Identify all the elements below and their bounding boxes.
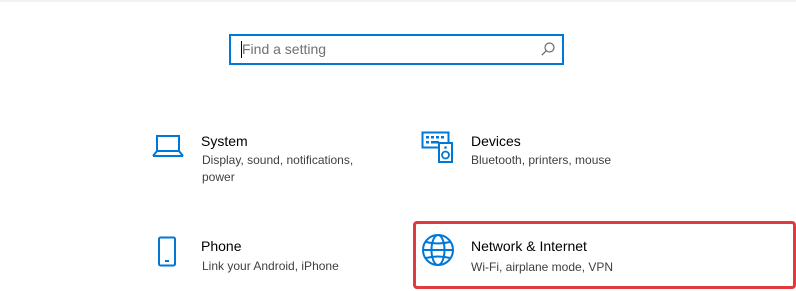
category-title: Phone bbox=[201, 238, 242, 254]
category-title: Devices bbox=[471, 133, 521, 149]
category-network-internet[interactable]: Network & Internet Wi-Fi, airplane mode,… bbox=[413, 221, 796, 289]
top-divider bbox=[0, 0, 796, 2]
category-description: Wi-Fi, airplane mode, VPN bbox=[471, 260, 614, 274]
search-input[interactable] bbox=[242, 36, 532, 63]
settings-home: System Display, sound, notifications, po… bbox=[0, 0, 796, 291]
phone-icon bbox=[158, 236, 176, 267]
category-description: Display, sound, notifications, power bbox=[202, 153, 354, 184]
globe-icon bbox=[422, 234, 454, 266]
keyboard-speaker-icon bbox=[421, 131, 453, 163]
laptop-icon bbox=[152, 135, 184, 157]
category-system[interactable]: System Display, sound, notifications, po… bbox=[148, 128, 398, 188]
search-box[interactable] bbox=[229, 34, 564, 65]
category-phone[interactable]: Phone Link your Android, iPhone bbox=[148, 232, 398, 282]
category-title: Network & Internet bbox=[471, 238, 587, 254]
category-title: System bbox=[201, 133, 248, 149]
search-icon[interactable] bbox=[540, 41, 556, 57]
category-devices[interactable]: Devices Bluetooth, printers, mouse bbox=[416, 128, 666, 188]
category-description: Link your Android, iPhone bbox=[202, 259, 339, 273]
category-description: Bluetooth, printers, mouse bbox=[471, 153, 612, 167]
